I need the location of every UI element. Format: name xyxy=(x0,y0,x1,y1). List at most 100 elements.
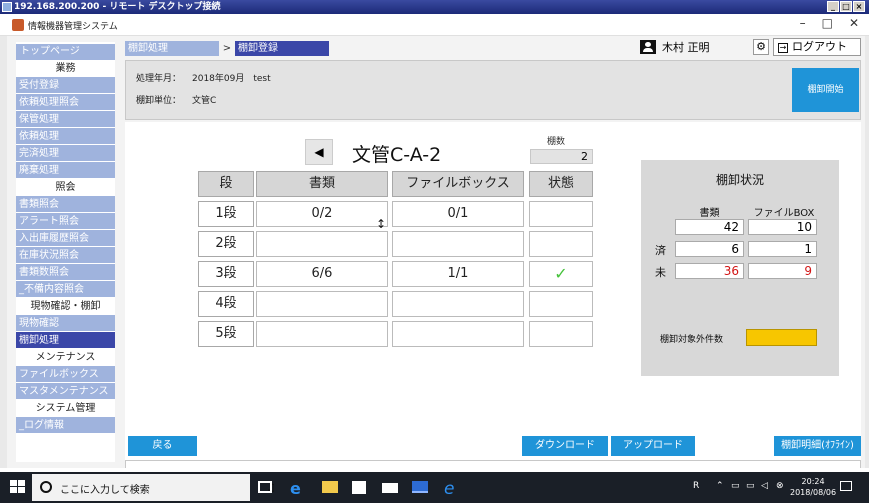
pending-docs: 36 xyxy=(675,263,744,279)
sidebar-item[interactable]: 依頼処理照会 xyxy=(16,94,115,111)
status-title: 棚卸状況 xyxy=(715,173,764,187)
breadcrumb: 棚卸処理 > 棚卸登録 xyxy=(125,40,329,56)
grid-cell[interactable] xyxy=(256,291,388,317)
volume-icon[interactable]: ◁ xyxy=(761,481,768,491)
status-col-boxes: ファイルBOX xyxy=(753,208,815,219)
clock-time: 20:24 xyxy=(801,477,825,486)
sidebar-heading: 現物確認・棚卸 xyxy=(30,301,101,312)
grid-header-cell: ファイルボックス xyxy=(392,171,524,197)
file-explorer-icon[interactable] xyxy=(322,481,338,493)
breadcrumb-parent[interactable]: 棚卸処理 xyxy=(125,40,219,56)
status-cell[interactable] xyxy=(529,231,593,257)
notification-icon[interactable] xyxy=(840,481,852,491)
windows-start-icon[interactable] xyxy=(10,480,26,494)
grid-cell[interactable]: 1/1 xyxy=(392,261,524,287)
total-docs: 42 xyxy=(675,219,744,235)
task-view-icon[interactable] xyxy=(258,481,272,493)
rdp-close-button[interactable]: × xyxy=(853,1,865,12)
tier-label: 5段 xyxy=(198,321,254,347)
people-icon[interactable]: R xyxy=(693,481,699,491)
sidebar-item[interactable]: _ログ情報 xyxy=(16,417,115,434)
tier-label: 4段 xyxy=(198,291,254,317)
maximize-icon[interactable]: □ xyxy=(822,16,833,30)
inventory-detail-button[interactable]: 棚卸明細(ｵﾌﾗｲﾝ) xyxy=(774,436,861,456)
tier-label: 1段 xyxy=(198,201,254,227)
ie-icon[interactable]: e xyxy=(444,479,460,499)
logout-icon: → xyxy=(778,43,788,53)
sidebar: トップページ 業務 受付登録 依頼処理照会 保管処理 依頼処理 完済処理 廃棄処理 照会 書類照… xyxy=(16,42,115,462)
triangle-left-icon: ◀ xyxy=(314,145,324,159)
grid-cell[interactable] xyxy=(392,231,524,257)
done-label: 済 xyxy=(655,244,666,257)
period-label: 処理年月： xyxy=(136,74,182,84)
sidebar-item[interactable]: アラート照会 xyxy=(16,213,115,230)
sidebar-heading: メンテナンス xyxy=(35,352,96,363)
taskbar-search[interactable]: ここに入力して検索 ♫ xyxy=(32,474,276,501)
store-icon[interactable] xyxy=(352,481,366,494)
remote-desktop-title: 192.168.200.200 - リモート デスクトップ接続 xyxy=(14,2,221,12)
sidebar-item[interactable]: 廃棄処理 xyxy=(16,162,115,179)
tray-chevron-icon[interactable]: ⌃ xyxy=(716,481,724,491)
grid-cell[interactable]: 0/2 xyxy=(256,201,388,227)
remote-desktop-taskbar-icon[interactable] xyxy=(412,481,428,493)
status-cell[interactable] xyxy=(529,321,593,347)
sidebar-item[interactable]: _不備内容照会 xyxy=(16,281,115,298)
back-button[interactable]: 戻る xyxy=(128,436,197,456)
grid-header-cell: 書類 xyxy=(256,171,388,197)
mail-icon[interactable] xyxy=(382,483,398,493)
sidebar-item[interactable]: 入出庫履歴照会 xyxy=(16,230,115,247)
sidebar-item[interactable]: 依頼処理 xyxy=(16,128,115,145)
pending-label: 未 xyxy=(655,266,666,279)
rdp-maximize-button[interactable]: □ xyxy=(840,1,852,12)
display-icon[interactable]: ▭ xyxy=(746,481,755,491)
sidebar-heading: システム管理 xyxy=(35,403,96,414)
grid-cell[interactable]: 0/1 xyxy=(392,201,524,227)
grid-cell[interactable] xyxy=(392,321,524,347)
breadcrumb-separator: > xyxy=(222,42,232,54)
grid-cell[interactable] xyxy=(392,291,524,317)
sidebar-item[interactable]: 書類数照会 xyxy=(16,264,115,281)
remote-desktop-icon xyxy=(2,2,12,12)
settings-button[interactable]: ⚙ xyxy=(753,39,769,55)
done-boxes: 1 xyxy=(748,241,817,257)
user-info: 木村 正明 xyxy=(640,39,710,55)
breadcrumb-current: 棚卸登録 xyxy=(235,40,329,56)
minimize-icon[interactable]: – xyxy=(800,16,806,30)
total-boxes: 10 xyxy=(748,219,817,235)
start-inventory-button[interactable]: 棚卸開始 xyxy=(792,68,859,112)
prev-shelf-button[interactable]: ◀ xyxy=(305,139,333,165)
upload-button[interactable]: アップロード xyxy=(611,436,695,456)
rdp-minimize-button[interactable]: _ xyxy=(827,1,839,12)
sidebar-item[interactable]: 在庫状況照会 xyxy=(16,247,115,264)
sidebar-item[interactable]: ファイルボックス xyxy=(16,366,115,383)
sidebar-item[interactable]: マスタメンテナンス xyxy=(16,383,115,400)
network-icon[interactable]: ▭ xyxy=(731,481,740,491)
sidebar-item[interactable]: 書類照会 xyxy=(16,196,115,213)
sidebar-top-page[interactable]: トップページ xyxy=(16,44,115,60)
sidebar-item[interactable]: 保管処理 xyxy=(16,111,115,128)
info-panel: 処理年月： 2018年09月 test 棚卸単位： 文管C xyxy=(125,60,861,120)
close-icon[interactable]: ✕ xyxy=(849,16,859,30)
sidebar-heading: 照会 xyxy=(55,182,76,193)
cortana-icon xyxy=(40,481,52,493)
sidebar-item[interactable]: 受付登録 xyxy=(16,77,115,94)
excluded-count xyxy=(746,329,817,346)
done-docs: 6 xyxy=(675,241,744,257)
grid-cell[interactable] xyxy=(256,321,388,347)
sidebar-item[interactable]: 現物確認 xyxy=(16,315,115,332)
download-button[interactable]: ダウンロード xyxy=(522,436,608,456)
status-cell[interactable]: ✓ xyxy=(529,261,593,287)
logout-button[interactable]: → ログアウト xyxy=(773,38,861,56)
grid-cell[interactable]: 6/6 xyxy=(256,261,388,287)
grid-cell[interactable] xyxy=(256,231,388,257)
status-cell[interactable] xyxy=(529,201,593,227)
edge-icon[interactable]: e xyxy=(290,479,306,498)
taskbar-clock[interactable]: 20:24 2018/08/06 xyxy=(790,476,836,498)
status-cell[interactable] xyxy=(529,291,593,317)
status-panel: 棚卸状況 書類 ファイルBOX 42 10 済 6 1 未 36 9 棚卸対象外… xyxy=(641,160,839,376)
sidebar-item[interactable]: 棚卸処理 xyxy=(16,332,115,349)
sidebar-item[interactable]: 完済処理 xyxy=(16,145,115,162)
user-icon xyxy=(640,40,656,54)
app-title: 情報機器管理システム xyxy=(28,22,118,32)
battery-icon[interactable]: ⊗ xyxy=(776,481,784,491)
